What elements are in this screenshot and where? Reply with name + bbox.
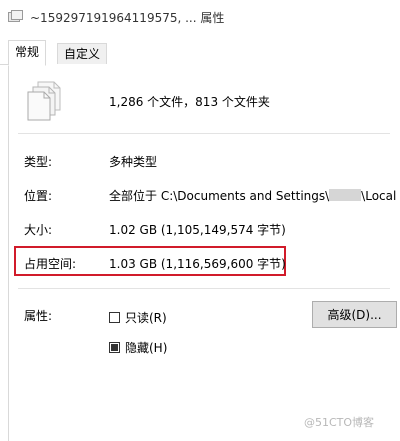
type-label: 类型: (24, 155, 53, 169)
advanced-button[interactable]: 高级(D)... (312, 301, 397, 328)
location-value-suffix: \Local (361, 189, 397, 203)
location-value: 全部位于 C:\Documents and Settings\ \Local (109, 187, 396, 204)
divider (18, 133, 390, 134)
disk-size-label: 占用空间: (24, 257, 77, 271)
title-bar: ~159297191964119575, ... 属性 (0, 0, 400, 34)
divider (18, 288, 390, 289)
disk-size-value: 1.03 GB (1,116,569,600 字节) (109, 257, 286, 271)
size-label: 大小: (24, 223, 53, 237)
hidden-checkbox[interactable]: 隐藏(H) (109, 339, 167, 356)
redacted-block (329, 189, 362, 201)
multiple-files-icon (24, 80, 64, 122)
location-label: 位置: (24, 189, 53, 203)
location-value-prefix: 全部位于 C:\Documents and Settings\ (109, 189, 330, 203)
tab-general[interactable]: 常规 (8, 40, 47, 66)
readonly-checkbox-label: 只读(R) (125, 311, 167, 325)
hidden-checkbox-label: 隐藏(H) (125, 341, 168, 355)
attributes-label: 属性: (24, 309, 53, 323)
hidden-checkbox-box[interactable] (109, 342, 120, 353)
folder-stack-icon (8, 9, 24, 23)
readonly-checkbox[interactable]: 只读(R) (109, 309, 167, 326)
window-title: ~159297191964119575, ... 属性 (30, 11, 225, 25)
tab-customize[interactable]: 自定义 (57, 43, 108, 64)
size-value: 1.02 GB (1,105,149,574 字节) (109, 223, 286, 237)
file-count-summary: 1,286 个文件，813 个文件夹 (109, 95, 270, 109)
tab-strip: 常规 自定义 (0, 40, 400, 66)
type-value: 多种类型 (109, 155, 158, 169)
readonly-checkbox-box[interactable] (109, 312, 120, 323)
watermark: @51CTO博客 (304, 416, 375, 429)
